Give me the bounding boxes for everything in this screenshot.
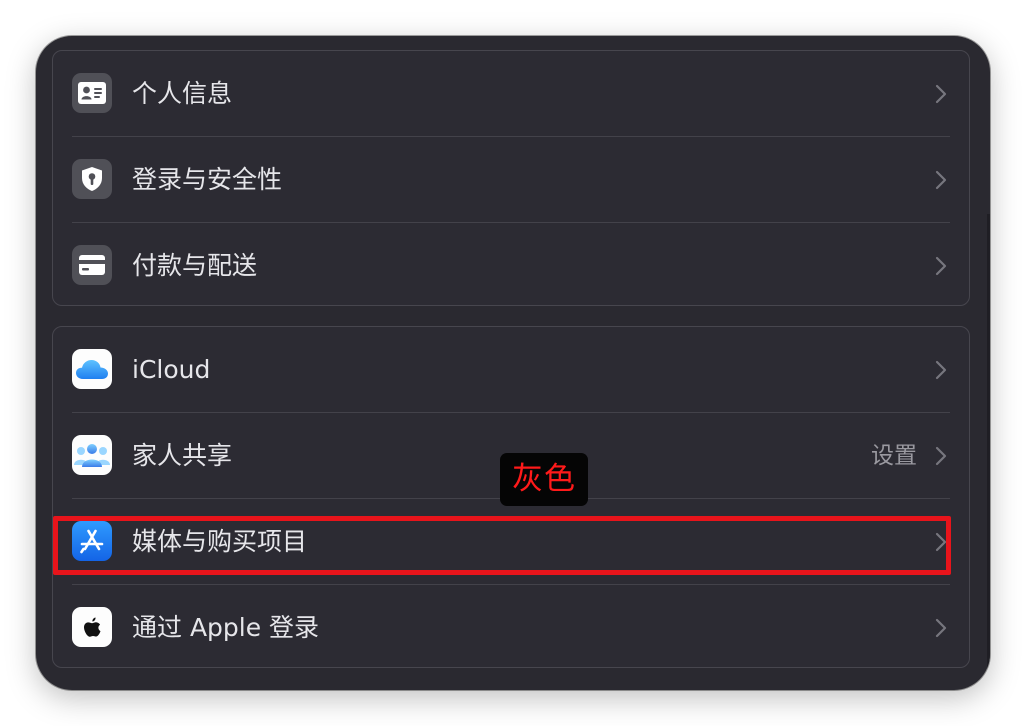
row-label: 媒体与购买项目 xyxy=(132,527,308,556)
settings-window: 个人信息 登录与安全性 付款与配送 iCloud 家人共享 设置 媒体与购买项目… xyxy=(36,36,990,690)
shield-lock-icon xyxy=(72,159,112,199)
row-label: 通过 Apple 登录 xyxy=(132,613,320,642)
row-label: 个人信息 xyxy=(132,79,233,108)
chevron-right-icon xyxy=(935,532,947,552)
chevron-right-icon xyxy=(935,84,947,104)
row-label: 登录与安全性 xyxy=(132,165,283,194)
chevron-right-icon xyxy=(935,360,947,380)
chevron-right-icon xyxy=(935,170,947,190)
row-payment-shipping[interactable]: 付款与配送 xyxy=(53,223,969,309)
row-icloud[interactable]: iCloud xyxy=(53,327,969,413)
row-label: 家人共享 xyxy=(132,441,233,470)
setup-value: 设置 xyxy=(871,443,917,469)
apple-logo-icon xyxy=(72,607,112,647)
chevron-right-icon xyxy=(935,446,947,466)
family-sharing-icon xyxy=(72,435,112,475)
icloud-icon xyxy=(72,349,112,389)
contact-card-icon xyxy=(72,73,112,113)
credit-card-icon xyxy=(72,245,112,285)
row-sign-in-with-apple[interactable]: 通过 Apple 登录 xyxy=(53,585,969,671)
annotation-label: 灰色 xyxy=(500,453,588,506)
row-sign-in-security[interactable]: 登录与安全性 xyxy=(53,137,969,223)
scrollbar-track[interactable] xyxy=(987,214,990,684)
account-group: 个人信息 登录与安全性 付款与配送 xyxy=(52,50,970,306)
row-label: iCloud xyxy=(132,355,211,384)
row-personal-info[interactable]: 个人信息 xyxy=(53,51,969,137)
app-store-icon xyxy=(72,521,112,561)
chevron-right-icon xyxy=(935,256,947,276)
row-media-purchases[interactable]: 媒体与购买项目 xyxy=(53,499,969,585)
row-label: 付款与配送 xyxy=(132,251,258,280)
chevron-right-icon xyxy=(935,618,947,638)
